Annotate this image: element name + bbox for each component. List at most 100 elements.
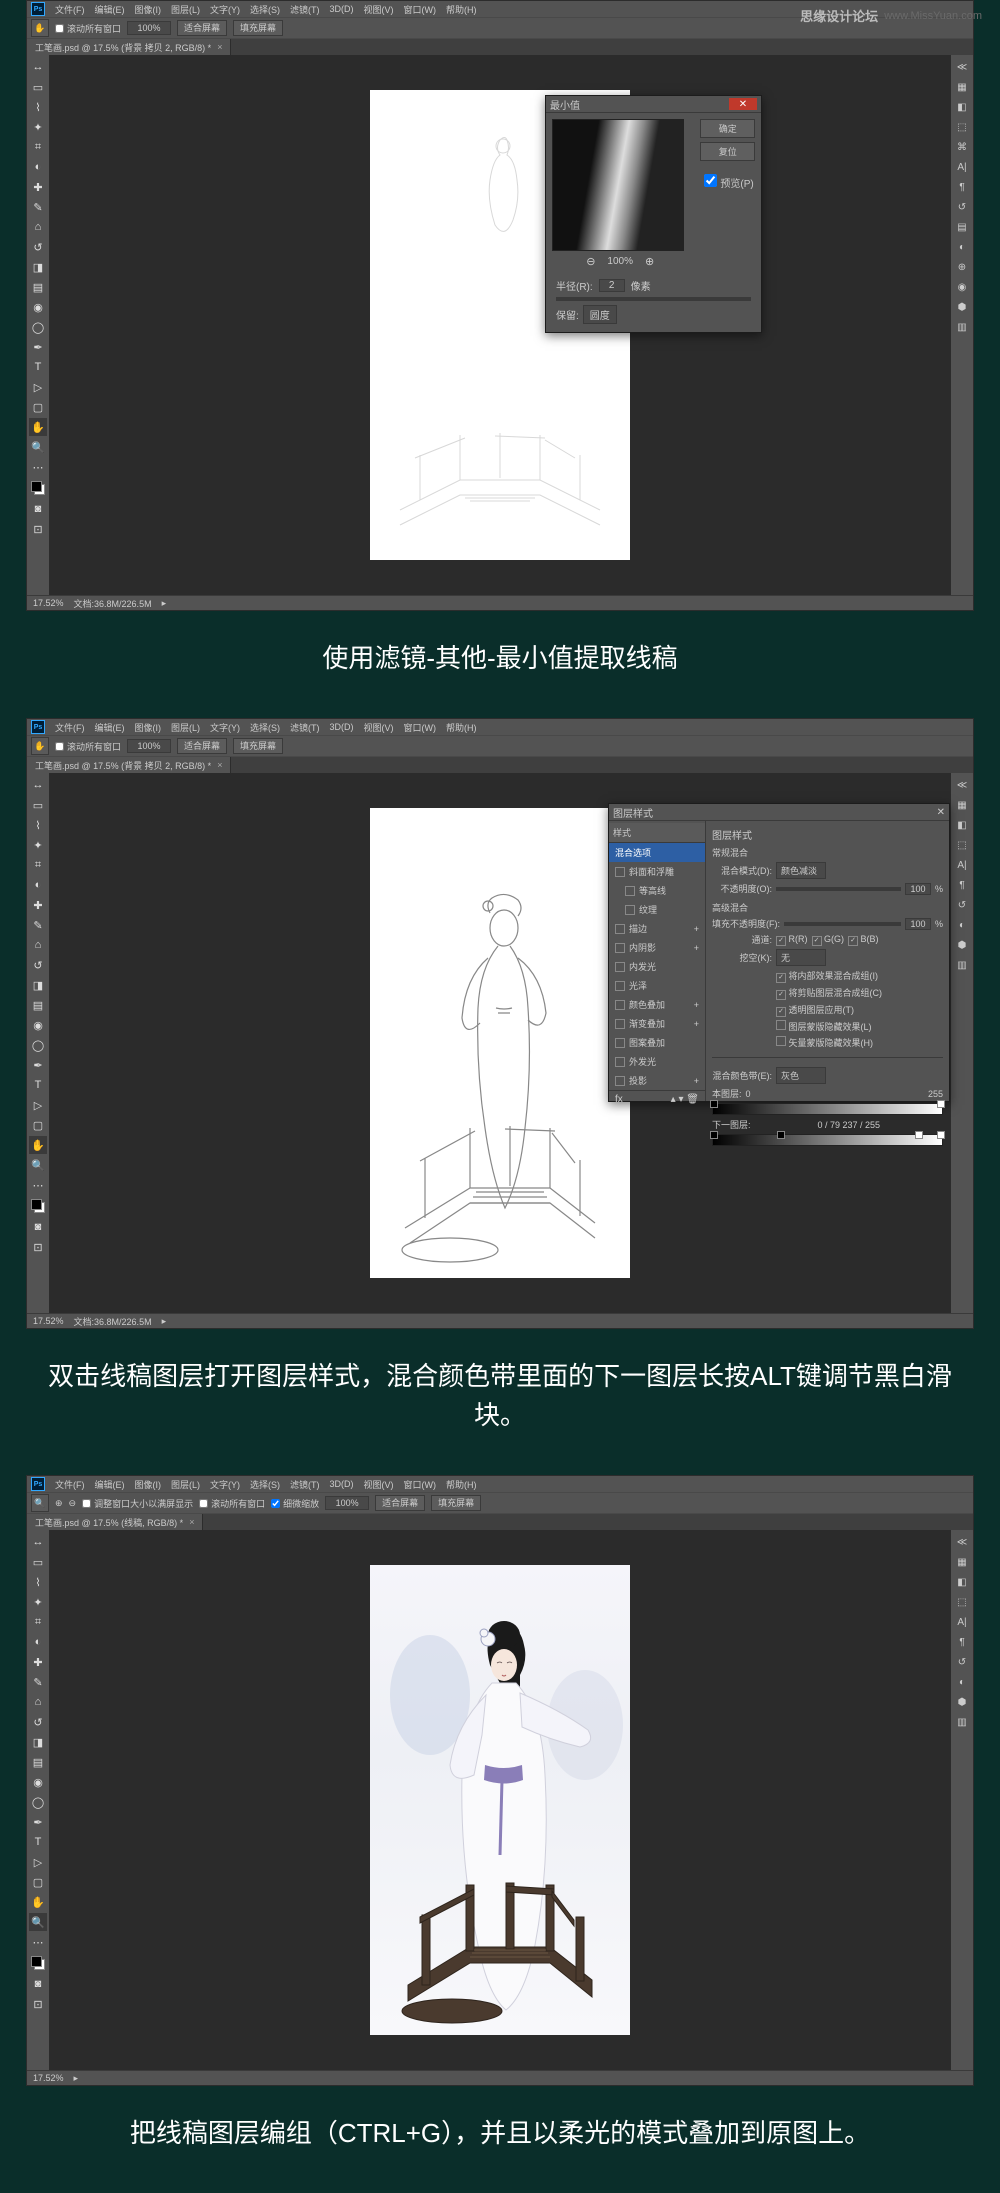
zoom-out-icon[interactable]: ⊖ xyxy=(69,1498,77,1509)
move-tool-icon[interactable]: ↔ xyxy=(29,58,47,76)
menu-view[interactable]: 视图(V) xyxy=(364,721,394,734)
fx-trash-icon[interactable]: 🗑 xyxy=(686,1094,699,1105)
style-pattern-overlay[interactable]: 图案叠加 xyxy=(609,1033,705,1052)
menu-image[interactable]: 图像(I) xyxy=(135,3,162,16)
stamp-tool-icon[interactable]: ⌂ xyxy=(29,1693,47,1711)
panel-icon[interactable]: ▥ xyxy=(953,1713,971,1731)
menu-image[interactable]: 图像(I) xyxy=(135,721,162,734)
zoom-in-icon[interactable]: ⊕ xyxy=(645,255,654,268)
menu-select[interactable]: 选择(S) xyxy=(250,3,280,16)
menu-view[interactable]: 视图(V) xyxy=(364,1478,394,1491)
more-tool-icon[interactable]: ⋯ xyxy=(29,458,47,476)
canvas-area[interactable] xyxy=(50,1530,950,2070)
shape-tool-icon[interactable]: ▢ xyxy=(29,398,47,416)
style-inner-glow[interactable]: 内发光 xyxy=(609,957,705,976)
channel-r[interactable]: R(R) xyxy=(776,934,808,946)
wand-tool-icon[interactable]: ✦ xyxy=(29,118,47,136)
style-stroke[interactable]: 描边+ xyxy=(609,919,705,938)
panel-icon[interactable]: ◧ xyxy=(953,816,971,834)
menu-window[interactable]: 窗口(W) xyxy=(404,3,437,16)
dodge-tool-icon[interactable]: ◯ xyxy=(29,1793,47,1811)
blur-tool-icon[interactable]: ◉ xyxy=(29,298,47,316)
eyedropper-tool-icon[interactable]: ◐ xyxy=(29,1633,47,1651)
gradient-tool-icon[interactable]: ▤ xyxy=(29,1753,47,1771)
style-contour[interactable]: 等高线 xyxy=(609,881,705,900)
panel-collapse-icon[interactable]: ≪ xyxy=(953,58,971,76)
menu-3d[interactable]: 3D(D) xyxy=(330,722,354,732)
dodge-tool-icon[interactable]: ◯ xyxy=(29,1036,47,1054)
panel-icon[interactable]: ◧ xyxy=(953,98,971,116)
blur-tool-icon[interactable]: ◉ xyxy=(29,1773,47,1791)
channel-b[interactable]: B(B) xyxy=(848,934,879,946)
menu-window[interactable]: 窗口(W) xyxy=(404,1478,437,1491)
opacity-slider[interactable] xyxy=(776,887,901,891)
panel-icon[interactable]: ▤ xyxy=(953,218,971,236)
fx-up-icon[interactable]: ▴ xyxy=(671,1094,676,1105)
status-chevron-icon[interactable]: ▸ xyxy=(162,598,167,609)
menu-type[interactable]: 文字(Y) xyxy=(210,1478,240,1491)
option-scroll-all[interactable]: 滚动所有窗口 xyxy=(55,22,121,35)
menu-help[interactable]: 帮助(H) xyxy=(446,3,477,16)
menu-layer[interactable]: 图层(L) xyxy=(171,1478,200,1491)
knockout-dropdown[interactable]: 无 xyxy=(776,949,826,966)
style-drop-shadow[interactable]: 投影+ xyxy=(609,1071,705,1090)
menu-select[interactable]: 选择(S) xyxy=(250,721,280,734)
panel-icon[interactable]: ◐ xyxy=(953,238,971,256)
hand-tool-icon[interactable]: ✋ xyxy=(29,418,47,436)
menu-window[interactable]: 窗口(W) xyxy=(404,721,437,734)
fit-screen-button[interactable]: 适合屏幕 xyxy=(375,1495,425,1511)
color-swatch[interactable] xyxy=(31,1199,45,1213)
stamp-tool-icon[interactable]: ⌂ xyxy=(29,936,47,954)
eyedropper-tool-icon[interactable]: ◐ xyxy=(29,158,47,176)
option-scrubby[interactable]: 细微缩放 xyxy=(271,1497,319,1510)
fill-screen-button[interactable]: 填充屏幕 xyxy=(431,1495,481,1511)
zoom-level-field[interactable]: 100% xyxy=(127,21,171,35)
color-swatch[interactable] xyxy=(31,481,45,495)
panel-icon[interactable]: ⬢ xyxy=(953,1693,971,1711)
zoom-level-field[interactable]: 100% xyxy=(325,1496,369,1510)
panel-icon[interactable]: ⬚ xyxy=(953,118,971,136)
brush-tool-icon[interactable]: ✎ xyxy=(29,1673,47,1691)
fill-screen-button[interactable]: 填充屏幕 xyxy=(233,20,283,36)
shape-tool-icon[interactable]: ▢ xyxy=(29,1873,47,1891)
menu-help[interactable]: 帮助(H) xyxy=(446,721,477,734)
blur-tool-icon[interactable]: ◉ xyxy=(29,1016,47,1034)
close-button[interactable]: ✕ xyxy=(729,98,757,110)
panel-icon[interactable]: ¶ xyxy=(953,178,971,196)
fill-screen-button[interactable]: 填充屏幕 xyxy=(233,738,283,754)
panel-icon[interactable]: ⌘ xyxy=(953,138,971,156)
marquee-tool-icon[interactable]: ▭ xyxy=(29,1553,47,1571)
wand-tool-icon[interactable]: ✦ xyxy=(29,836,47,854)
cb-layermask[interactable]: 图层蒙版隐藏效果(L) xyxy=(776,1020,872,1033)
menu-edit[interactable]: 编辑(E) xyxy=(95,1478,125,1491)
panel-icon[interactable]: ◐ xyxy=(953,1673,971,1691)
style-gradient-overlay[interactable]: 渐变叠加+ xyxy=(609,1014,705,1033)
menu-file[interactable]: 文件(F) xyxy=(55,721,85,734)
panel-icon[interactable]: ▦ xyxy=(953,1553,971,1571)
fx-down-icon[interactable]: ▾ xyxy=(678,1094,683,1105)
marquee-tool-icon[interactable]: ▭ xyxy=(29,796,47,814)
style-satin[interactable]: 光泽 xyxy=(609,976,705,995)
menu-view[interactable]: 视图(V) xyxy=(364,3,394,16)
menu-type[interactable]: 文字(Y) xyxy=(210,3,240,16)
healing-tool-icon[interactable]: ✚ xyxy=(29,1653,47,1671)
cb-trans[interactable]: 透明图层应用(T) xyxy=(776,1003,854,1017)
type-tool-icon[interactable]: T xyxy=(29,1833,47,1851)
panel-icon[interactable]: ◧ xyxy=(953,1573,971,1591)
zoom-tool-icon[interactable]: 🔍 xyxy=(29,1156,47,1174)
fit-screen-button[interactable]: 适合屏幕 xyxy=(177,738,227,754)
quick-mask-icon[interactable]: ◙ xyxy=(29,1975,47,1993)
brush-tool-icon[interactable]: ✎ xyxy=(29,916,47,934)
gradient-tool-icon[interactable]: ▤ xyxy=(29,996,47,1014)
hand-tool-icon[interactable]: ✋ xyxy=(29,1136,47,1154)
panel-icon[interactable]: ¶ xyxy=(953,1633,971,1651)
canvas-area[interactable]: 图层样式 ✕ 样式 混合选项 斜面和浮雕 等高线 纹理 描边+ 内阴影+ 内发光 xyxy=(50,773,950,1313)
gradient-tool-icon[interactable]: ▤ xyxy=(29,278,47,296)
close-icon[interactable]: × xyxy=(217,42,222,52)
cb-clipped[interactable]: 将剪贴图层混合成组(C) xyxy=(776,986,882,1000)
style-texture[interactable]: 纹理 xyxy=(609,900,705,919)
marquee-tool-icon[interactable]: ▭ xyxy=(29,78,47,96)
canvas-area[interactable]: 最小值 ✕ ⊖ 100% ⊕ 确定 xyxy=(50,55,950,595)
more-tool-icon[interactable]: ⋯ xyxy=(29,1933,47,1951)
close-icon[interactable]: × xyxy=(217,760,222,770)
